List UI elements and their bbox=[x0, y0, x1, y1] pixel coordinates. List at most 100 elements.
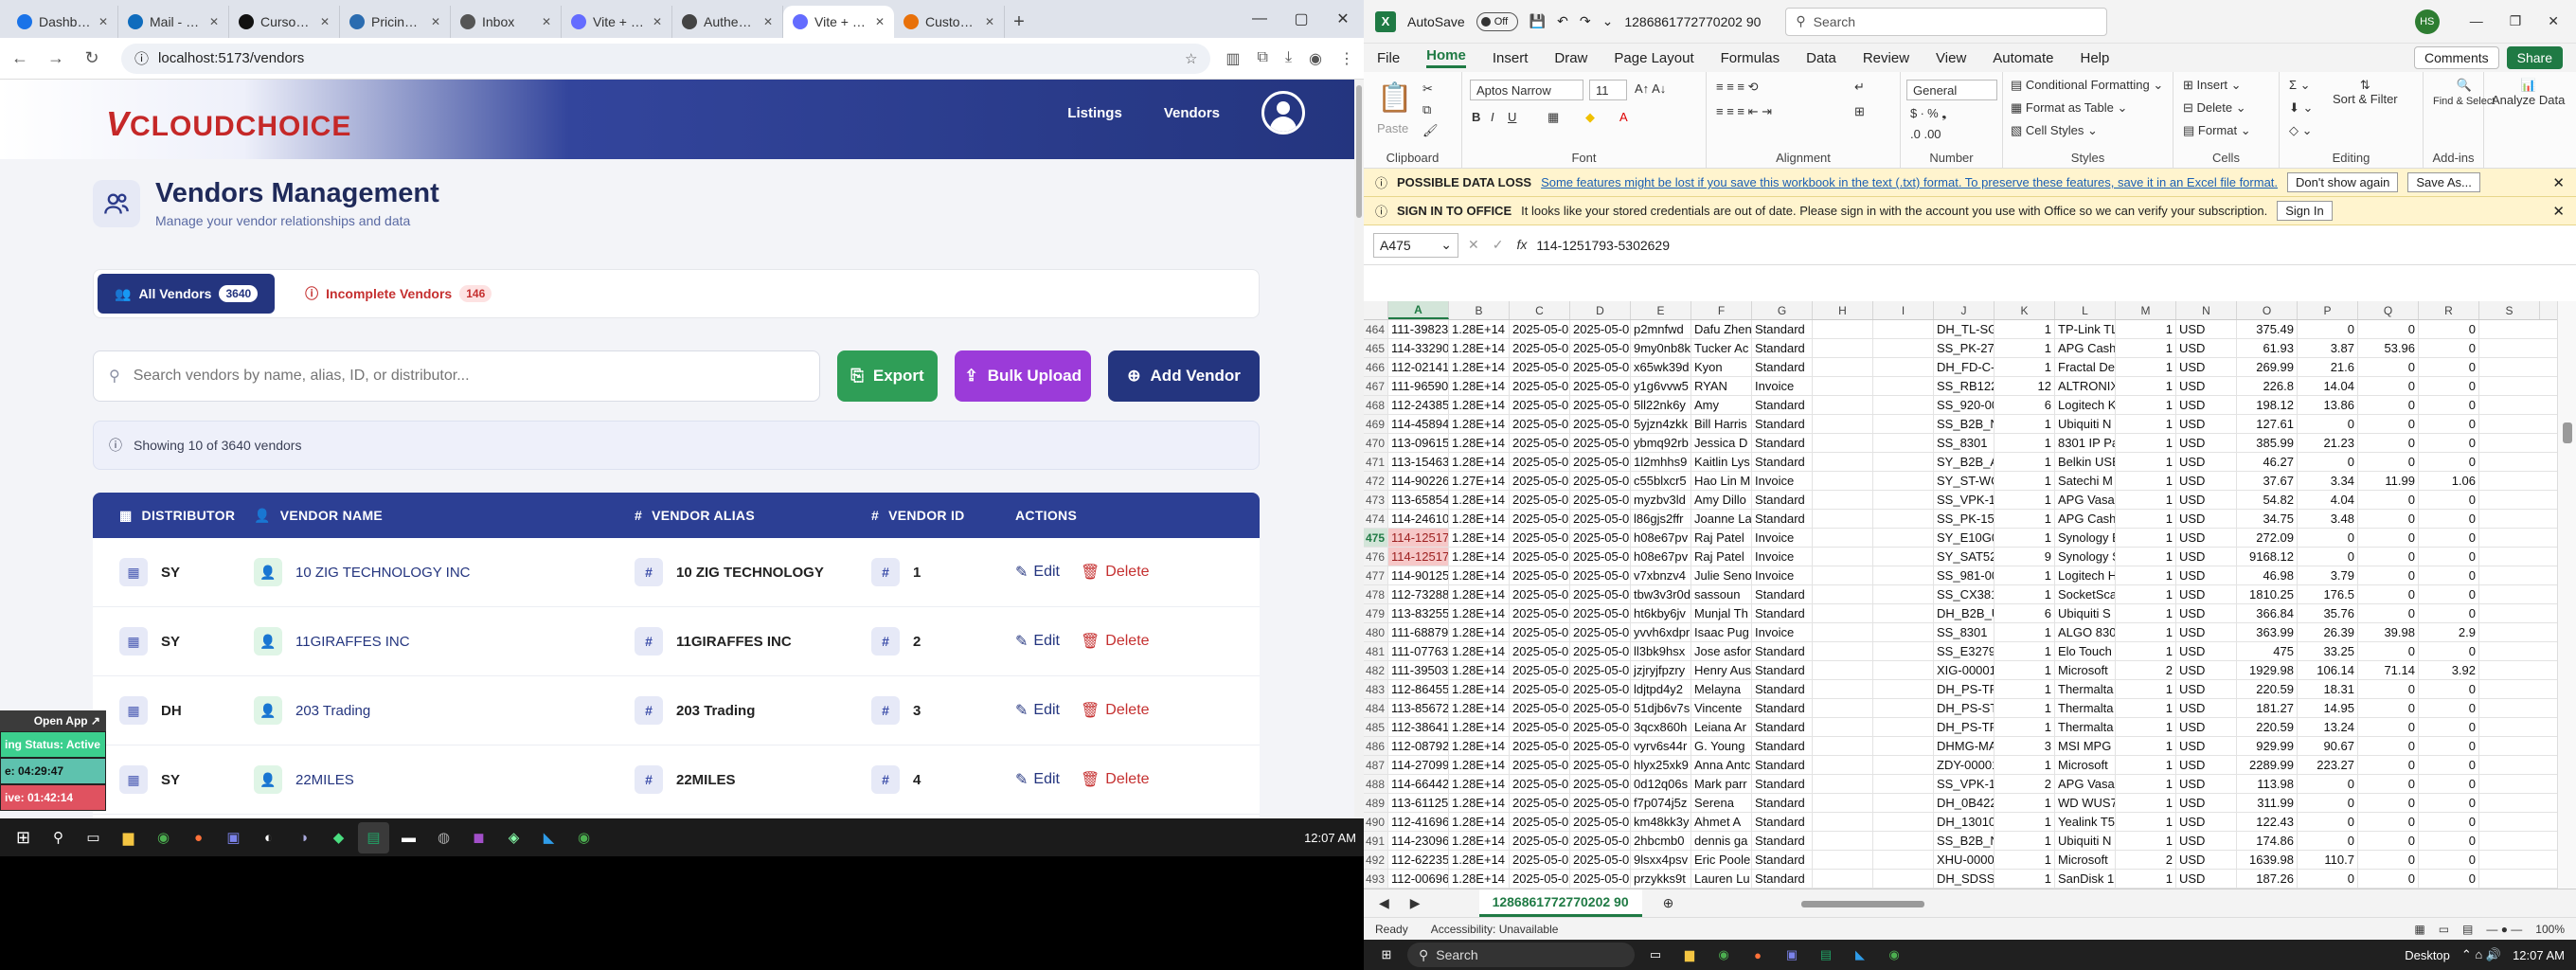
grid-cell[interactable]: 0 bbox=[2298, 415, 2358, 433]
grid-cell[interactable]: 2 bbox=[1995, 775, 2055, 793]
font-name-select[interactable]: Aptos Narrow bbox=[1470, 80, 1583, 100]
grid-cell[interactable]: 12 bbox=[1995, 377, 2055, 395]
grid-cell[interactable] bbox=[1873, 642, 1934, 660]
grid-cell[interactable]: Serena bbox=[1691, 794, 1752, 812]
grid-cell[interactable]: 1 bbox=[2116, 737, 2176, 755]
grid-cell[interactable] bbox=[1873, 358, 1934, 376]
grid-cell[interactable]: 2025-05-0 bbox=[1570, 585, 1631, 603]
app-icon[interactable]: ◐ bbox=[253, 822, 284, 853]
grid-cell[interactable]: 1 bbox=[1995, 699, 2055, 717]
grid-cell[interactable]: 46.98 bbox=[2237, 566, 2298, 584]
enter-icon[interactable]: ✓ bbox=[1493, 237, 1504, 253]
taskbar-search[interactable]: ⚲ Search bbox=[1407, 943, 1635, 967]
grid-cell[interactable]: USD bbox=[2176, 548, 2237, 566]
grid-cell[interactable]: 35.76 bbox=[2298, 604, 2358, 622]
grid-cell[interactable] bbox=[1873, 510, 1934, 528]
column-header[interactable]: K bbox=[1995, 301, 2055, 319]
grid-cell[interactable]: Standard bbox=[1752, 737, 1813, 755]
grid-cell[interactable]: Synology E bbox=[2055, 529, 2116, 547]
grid-cell[interactable]: 0 bbox=[2419, 832, 2479, 850]
number-format-select[interactable]: General bbox=[1906, 80, 1997, 100]
grid-cell[interactable]: 1.28E+14 bbox=[1449, 510, 1510, 528]
grid-cell[interactable]: 111-68879 bbox=[1388, 623, 1449, 641]
grid-cell[interactable]: Amy bbox=[1691, 396, 1752, 414]
grid-cell[interactable]: USD bbox=[2176, 320, 2237, 338]
name-box[interactable]: A475 ⌄ bbox=[1373, 232, 1458, 258]
grid-cell[interactable]: p2mnfwd bbox=[1631, 320, 1691, 338]
grid-cell[interactable]: 1 bbox=[2116, 377, 2176, 395]
grid-cell[interactable]: v7xbnzv4 bbox=[1631, 566, 1691, 584]
undo-icon[interactable]: ↶ bbox=[1557, 13, 1568, 29]
app-icon[interactable]: ◍ bbox=[428, 822, 459, 853]
grid-cell[interactable]: 1 bbox=[2116, 585, 2176, 603]
row-number[interactable]: 470 bbox=[1364, 434, 1388, 452]
grid-cell[interactable]: XIG-00001 bbox=[1934, 661, 1995, 679]
row-number[interactable]: 484 bbox=[1364, 699, 1388, 717]
header-vendor-id[interactable]: # VENDOR ID bbox=[871, 508, 1015, 523]
grid-cell[interactable]: SS_PK-27- bbox=[1934, 339, 1995, 357]
grid-cell[interactable]: 2025-05-0 bbox=[1570, 642, 1631, 660]
grid-cell[interactable] bbox=[1873, 699, 1934, 717]
grid-cell[interactable]: 1l2mhhs9 bbox=[1631, 453, 1691, 471]
vscode-icon[interactable]: ◣ bbox=[533, 822, 564, 853]
grid-cell[interactable]: 1 bbox=[1995, 585, 2055, 603]
grid-cell[interactable]: 0 bbox=[2419, 510, 2479, 528]
save-icon[interactable]: 💾 bbox=[1530, 13, 1546, 29]
grid-cell[interactable]: SY_ST-WC bbox=[1934, 472, 1995, 490]
grid-cell[interactable]: 2025-05-0 bbox=[1510, 832, 1570, 850]
row-number[interactable]: 472 bbox=[1364, 472, 1388, 490]
grid-cell[interactable]: 1.28E+14 bbox=[1449, 775, 1510, 793]
search-icon[interactable]: ⚲ bbox=[43, 822, 74, 853]
grid-cell[interactable] bbox=[1873, 661, 1934, 679]
grid-cell[interactable]: 0 bbox=[2419, 358, 2479, 376]
grid-cell[interactable]: 0 bbox=[2419, 642, 2479, 660]
grid-cell[interactable]: USD bbox=[2176, 510, 2237, 528]
row-number[interactable]: 469 bbox=[1364, 415, 1388, 433]
align-left-icon[interactable]: ≡ ≡ ≡ ⇤ ⇥ bbox=[1716, 104, 1772, 119]
grid-cell[interactable]: 37.67 bbox=[2237, 472, 2298, 490]
grid-cell[interactable]: 2025-05-0 bbox=[1570, 434, 1631, 452]
grid-cell[interactable]: 1 bbox=[2116, 529, 2176, 547]
grid-cell[interactable]: 0 bbox=[2298, 320, 2358, 338]
grid-cell[interactable]: 2025-05-0 bbox=[1510, 756, 1570, 774]
grid-cell[interactable]: 1 bbox=[2116, 472, 2176, 490]
grow-font-icon[interactable]: A↑ A↓ bbox=[1635, 81, 1666, 96]
grid-cell[interactable]: Invoice bbox=[1752, 566, 1813, 584]
grid-cell[interactable] bbox=[1813, 699, 1873, 717]
row-number[interactable]: 478 bbox=[1364, 585, 1388, 603]
font-color-icon[interactable]: A bbox=[1619, 110, 1628, 124]
grid-cell[interactable]: ht6kby6jv bbox=[1631, 604, 1691, 622]
grid-cell[interactable] bbox=[1813, 756, 1873, 774]
grid-cell[interactable]: 1 bbox=[1995, 661, 2055, 679]
file-explorer-icon[interactable]: ▆ bbox=[113, 822, 144, 853]
grid-cell[interactable] bbox=[1813, 320, 1873, 338]
grid-cell[interactable]: 2025-05-0 bbox=[1570, 339, 1631, 357]
grid-cell[interactable]: 1 bbox=[2116, 642, 2176, 660]
grid-cell[interactable]: MSI MPG 3 bbox=[2055, 737, 2116, 755]
windows-start-icon[interactable]: ⊞ bbox=[8, 822, 39, 853]
grid-cell[interactable]: 113-61125 bbox=[1388, 794, 1449, 812]
grid-cell[interactable]: 114-90125 bbox=[1388, 566, 1449, 584]
grid-cell[interactable]: 0 bbox=[2358, 548, 2419, 566]
grid-cell[interactable]: 2025-05-0 bbox=[1510, 813, 1570, 831]
column-header[interactable]: O bbox=[2237, 301, 2298, 319]
row-number[interactable]: 477 bbox=[1364, 566, 1388, 584]
grid-cell[interactable]: 1 bbox=[2116, 699, 2176, 717]
grid-cell[interactable]: SS_8301 bbox=[1934, 623, 1995, 641]
delete-button[interactable]: 🗑 Delete bbox=[1081, 770, 1150, 789]
menu-insert[interactable]: Insert bbox=[1493, 50, 1529, 66]
grid-cell[interactable]: USD bbox=[2176, 453, 2237, 471]
browser-tab[interactable]: Vite + Rea ✕ bbox=[783, 6, 894, 38]
grid-cell[interactable]: 1.28E+14 bbox=[1449, 529, 1510, 547]
grid-cell[interactable]: 1.28E+14 bbox=[1449, 320, 1510, 338]
grid-cell[interactable]: Microsoft bbox=[2055, 851, 2116, 869]
minimize-icon[interactable]: — bbox=[1239, 0, 1280, 38]
grid-cell[interactable]: 187.26 bbox=[2237, 870, 2298, 888]
grid-cell[interactable]: Kaitlin Lys bbox=[1691, 453, 1752, 471]
grid-cell[interactable]: Synology S bbox=[2055, 548, 2116, 566]
chrome-icon[interactable]: ◉ bbox=[1881, 942, 1907, 968]
grid-cell[interactable]: 2025-05-0 bbox=[1570, 680, 1631, 698]
grid-cell[interactable]: 1.28E+14 bbox=[1449, 718, 1510, 736]
menu-home[interactable]: Home bbox=[1426, 47, 1466, 68]
grid-cell[interactable]: Standard bbox=[1752, 718, 1813, 736]
